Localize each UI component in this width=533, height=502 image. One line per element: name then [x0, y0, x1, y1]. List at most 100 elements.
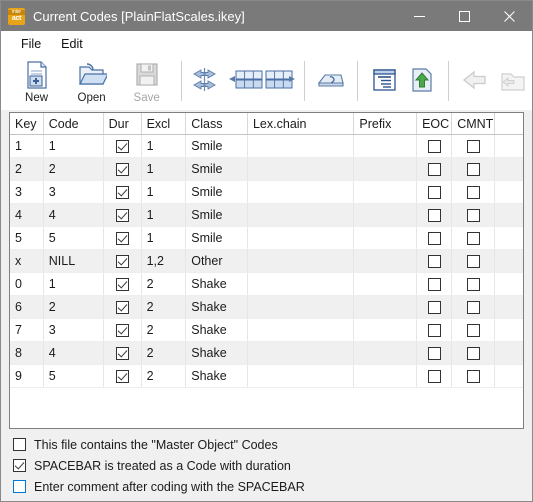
checkbox-unchecked-icon[interactable]: [466, 255, 480, 269]
cell-eoc[interactable]: [416, 318, 453, 342]
checkbox-unchecked-icon[interactable]: [427, 278, 441, 292]
title-bar[interactable]: inter act Current Codes [PlainFlatScales…: [1, 1, 532, 31]
save-button[interactable]: Save: [119, 57, 174, 107]
checkbox-unchecked-icon[interactable]: [427, 370, 441, 384]
cell-prefix[interactable]: [353, 341, 418, 365]
column-header-lexchain[interactable]: Lex.chain: [247, 113, 355, 135]
checkbox-unchecked-icon[interactable]: [466, 370, 480, 384]
move-columns-button[interactable]: [189, 57, 227, 103]
cell-excl[interactable]: 2: [141, 272, 187, 296]
cell-excl[interactable]: 1: [141, 180, 187, 204]
cell-excl[interactable]: 2: [141, 341, 187, 365]
cell-dur[interactable]: [103, 272, 142, 296]
cell-eoc[interactable]: [416, 364, 453, 388]
cell-prefix[interactable]: [353, 318, 418, 342]
menu-item-file[interactable]: File: [11, 34, 51, 54]
cell-lexchain[interactable]: [247, 180, 355, 204]
table-row[interactable]: 5 5 1 Smile: [10, 226, 523, 250]
codes-table-container[interactable]: Key Code Dur Excl Class Lex.chain Prefix…: [9, 112, 524, 429]
cell-dur[interactable]: [103, 364, 142, 388]
column-header-key[interactable]: Key: [10, 113, 44, 135]
table-row[interactable]: 8 4 2 Shake: [10, 341, 523, 365]
checkbox-checked-icon[interactable]: [115, 324, 129, 338]
cell-key[interactable]: x: [10, 249, 44, 273]
cell-excl[interactable]: 2: [141, 364, 187, 388]
cell-prefix[interactable]: [353, 180, 418, 204]
cell-class[interactable]: Shake: [185, 295, 248, 319]
checkbox-unchecked-icon[interactable]: [13, 438, 26, 451]
option-row-2[interactable]: Enter comment after coding with the SPAC…: [13, 476, 532, 497]
cell-spacer[interactable]: [494, 180, 523, 204]
cell-key[interactable]: 9: [10, 364, 44, 388]
cell-eoc[interactable]: [416, 272, 453, 296]
cell-code[interactable]: 2: [43, 157, 104, 181]
cell-prefix[interactable]: [353, 226, 418, 250]
cell-code[interactable]: 2: [43, 295, 104, 319]
cell-dur[interactable]: [103, 341, 142, 365]
checkbox-checked-icon[interactable]: [115, 301, 129, 315]
cell-lexchain[interactable]: [247, 318, 355, 342]
cell-lexchain[interactable]: [247, 157, 355, 181]
cell-eoc[interactable]: [416, 341, 453, 365]
cell-code[interactable]: NILL: [43, 249, 104, 273]
checkbox-unchecked-icon[interactable]: [466, 232, 480, 246]
cell-class[interactable]: Shake: [185, 318, 248, 342]
cell-class[interactable]: Smile: [185, 134, 248, 158]
table-row[interactable]: x NILL 1,2 Other: [10, 249, 523, 273]
cell-key[interactable]: 4: [10, 203, 44, 227]
checkbox-checked-icon[interactable]: [115, 232, 129, 246]
cell-key[interactable]: 3: [10, 180, 44, 204]
cell-cmnt[interactable]: [451, 203, 495, 227]
checkbox-unchecked-icon[interactable]: [466, 163, 480, 177]
table-row[interactable]: 9 5 2 Shake: [10, 364, 523, 388]
cell-dur[interactable]: [103, 203, 142, 227]
back-button[interactable]: [456, 57, 494, 103]
cell-excl[interactable]: 2: [141, 295, 187, 319]
list-properties-button[interactable]: [365, 57, 403, 103]
cell-dur[interactable]: [103, 295, 142, 319]
cell-key[interactable]: 2: [10, 157, 44, 181]
checkbox-unchecked-icon[interactable]: [427, 324, 441, 338]
cell-code[interactable]: 3: [43, 318, 104, 342]
cell-eoc[interactable]: [416, 295, 453, 319]
cell-cmnt[interactable]: [451, 295, 495, 319]
cell-lexchain[interactable]: [247, 203, 355, 227]
cell-cmnt[interactable]: [451, 180, 495, 204]
column-header-excl[interactable]: Excl: [141, 113, 187, 135]
cell-cmnt[interactable]: [451, 249, 495, 273]
cell-eoc[interactable]: [416, 134, 453, 158]
table-row[interactable]: 2 2 1 Smile: [10, 157, 523, 181]
checkbox-unchecked-icon[interactable]: [466, 324, 480, 338]
checkbox-unchecked-icon[interactable]: [427, 301, 441, 315]
open-button[interactable]: Open: [64, 57, 119, 107]
menu-item-edit[interactable]: Edit: [51, 34, 93, 54]
checkbox-checked-icon[interactable]: [115, 347, 129, 361]
maximize-button[interactable]: [442, 1, 487, 31]
checkbox-checked-icon[interactable]: [115, 140, 129, 154]
cell-class[interactable]: Shake: [185, 364, 248, 388]
cell-class[interactable]: Smile: [185, 180, 248, 204]
cell-key[interactable]: 8: [10, 341, 44, 365]
cell-lexchain[interactable]: [247, 272, 355, 296]
column-header-prefix[interactable]: Prefix: [353, 113, 418, 135]
cell-spacer[interactable]: [494, 318, 523, 342]
cell-dur[interactable]: [103, 318, 142, 342]
cell-class[interactable]: Shake: [185, 272, 248, 296]
checkbox-unchecked-icon[interactable]: [466, 209, 480, 223]
option-row-1[interactable]: SPACEBAR is treated as a Code with durat…: [13, 455, 532, 476]
cell-excl[interactable]: 1: [141, 203, 187, 227]
cell-code[interactable]: 1: [43, 272, 104, 296]
cell-key[interactable]: 0: [10, 272, 44, 296]
cell-class[interactable]: Smile: [185, 203, 248, 227]
cell-excl[interactable]: 1: [141, 226, 187, 250]
export-button[interactable]: [403, 57, 441, 103]
cell-key[interactable]: 7: [10, 318, 44, 342]
cell-code[interactable]: 4: [43, 341, 104, 365]
table-row[interactable]: 3 3 1 Smile: [10, 180, 523, 204]
cell-key[interactable]: 5: [10, 226, 44, 250]
cell-eoc[interactable]: [416, 249, 453, 273]
cell-lexchain[interactable]: [247, 226, 355, 250]
cell-dur[interactable]: [103, 249, 142, 273]
table-row[interactable]: 7 3 2 Shake: [10, 318, 523, 342]
cell-cmnt[interactable]: [451, 134, 495, 158]
